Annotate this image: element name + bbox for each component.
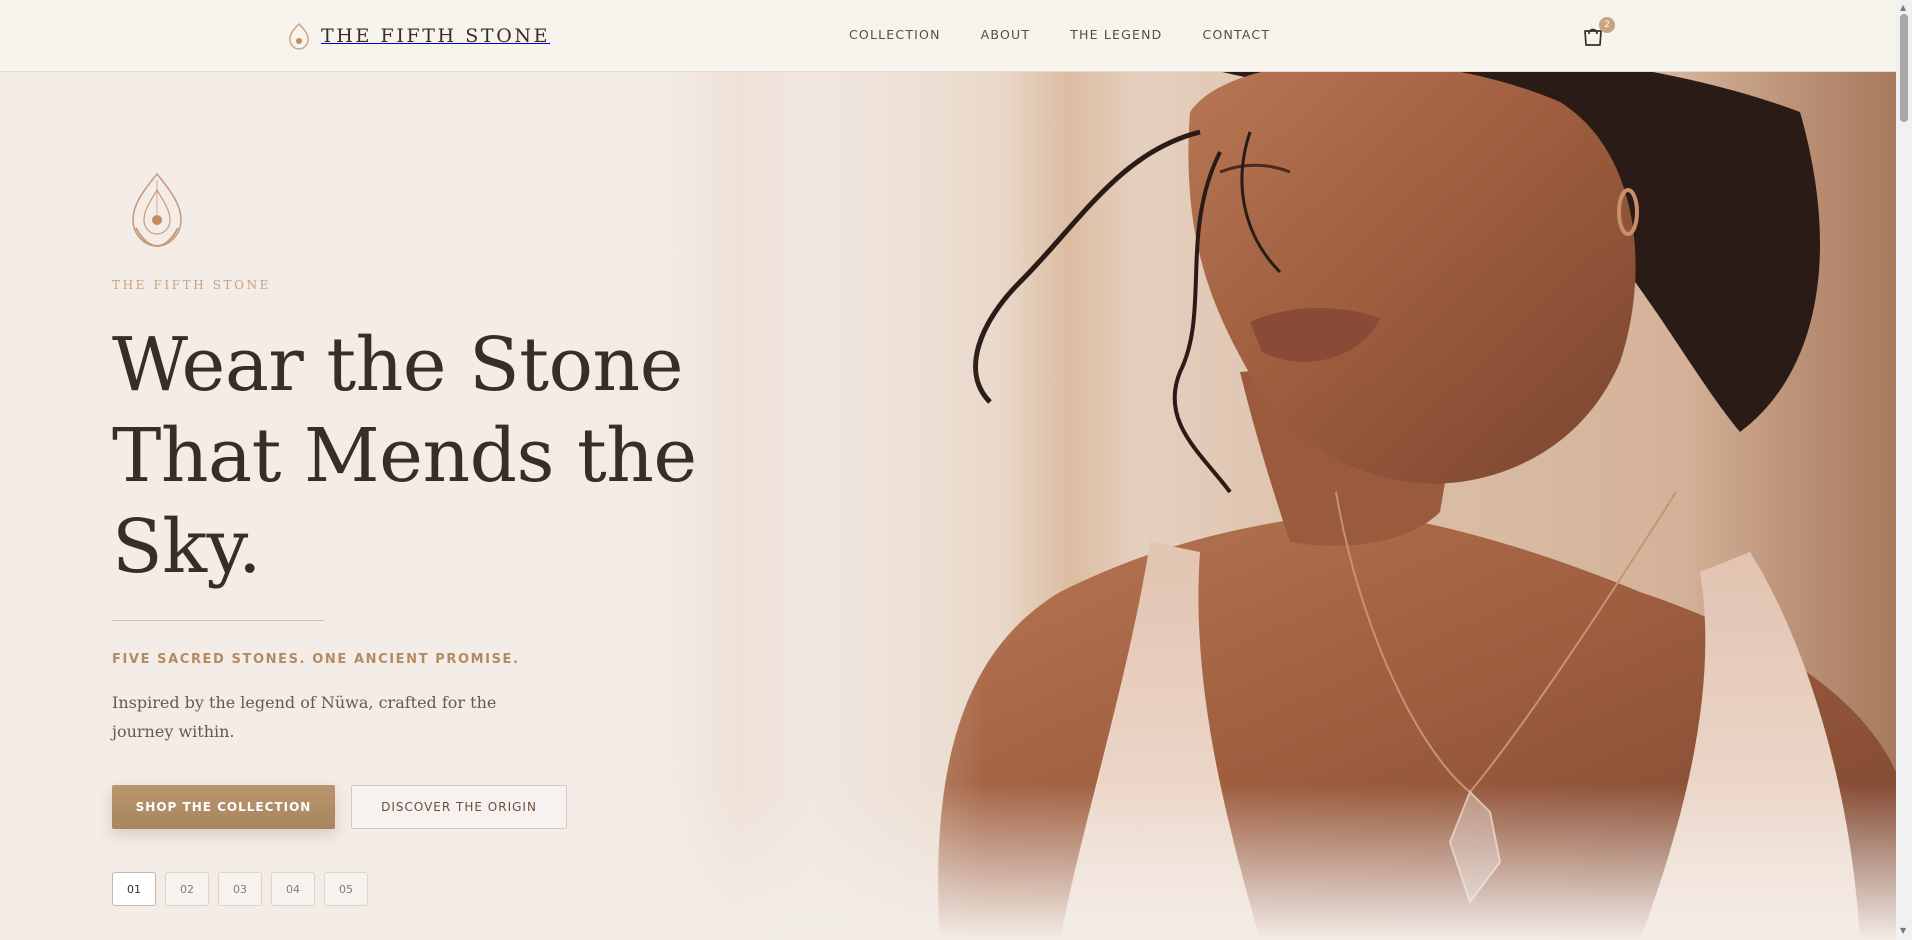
slide-page-02[interactable]: 02 xyxy=(165,872,209,906)
slide-page-05[interactable]: 05 xyxy=(324,872,368,906)
stone-emblem-icon xyxy=(132,172,182,248)
hero-description: Inspired by the legend of Nüwa, crafted … xyxy=(112,693,497,741)
logo-text: THE FIFTH STONE xyxy=(321,25,551,47)
stone-pendant-icon xyxy=(289,23,309,50)
discover-origin-button[interactable]: DISCOVER THE ORIGIN xyxy=(351,785,567,829)
nav-link-the-legend[interactable]: THE LEGEND xyxy=(1070,27,1162,42)
slide-page-03[interactable]: 03 xyxy=(218,872,262,906)
main-navigation: COLLECTION ABOUT THE LEGEND CONTACT xyxy=(849,27,1270,42)
nav-link-contact[interactable]: CONTACT xyxy=(1203,27,1271,42)
slide-page-01[interactable]: 01 xyxy=(112,872,156,906)
site-header: THE FIFTH STONE COLLECTION ABOUT THE LEG… xyxy=(0,0,1896,72)
hero-tagline: FIVE SACRED STONES. ONE ANCIENT PROMISE. xyxy=(112,652,520,667)
page-scrollbar[interactable]: ▲ ▼ xyxy=(1896,0,1912,940)
logo-link[interactable]: THE FIFTH STONE xyxy=(287,22,550,50)
divider xyxy=(112,620,324,621)
scrollbar-thumb[interactable] xyxy=(1900,14,1908,122)
shop-collection-button[interactable]: SHOP THE COLLECTION xyxy=(112,785,335,829)
nav-link-about[interactable]: ABOUT xyxy=(981,27,1031,42)
scroll-up-arrow-icon[interactable]: ▲ xyxy=(1900,3,1906,12)
scroll-down-arrow-icon[interactable]: ▼ xyxy=(1900,926,1906,935)
hero-headline: Wear the Stone That Mends the Sky. xyxy=(112,322,697,590)
hero-eyebrow: THE FIFTH STONE xyxy=(112,278,272,292)
slide-page-04[interactable]: 04 xyxy=(271,872,315,906)
slide-pagination: 01 02 03 04 05 xyxy=(112,872,368,906)
cart-count-badge: 2 xyxy=(1599,17,1615,33)
nav-link-collection[interactable]: COLLECTION xyxy=(849,27,941,42)
